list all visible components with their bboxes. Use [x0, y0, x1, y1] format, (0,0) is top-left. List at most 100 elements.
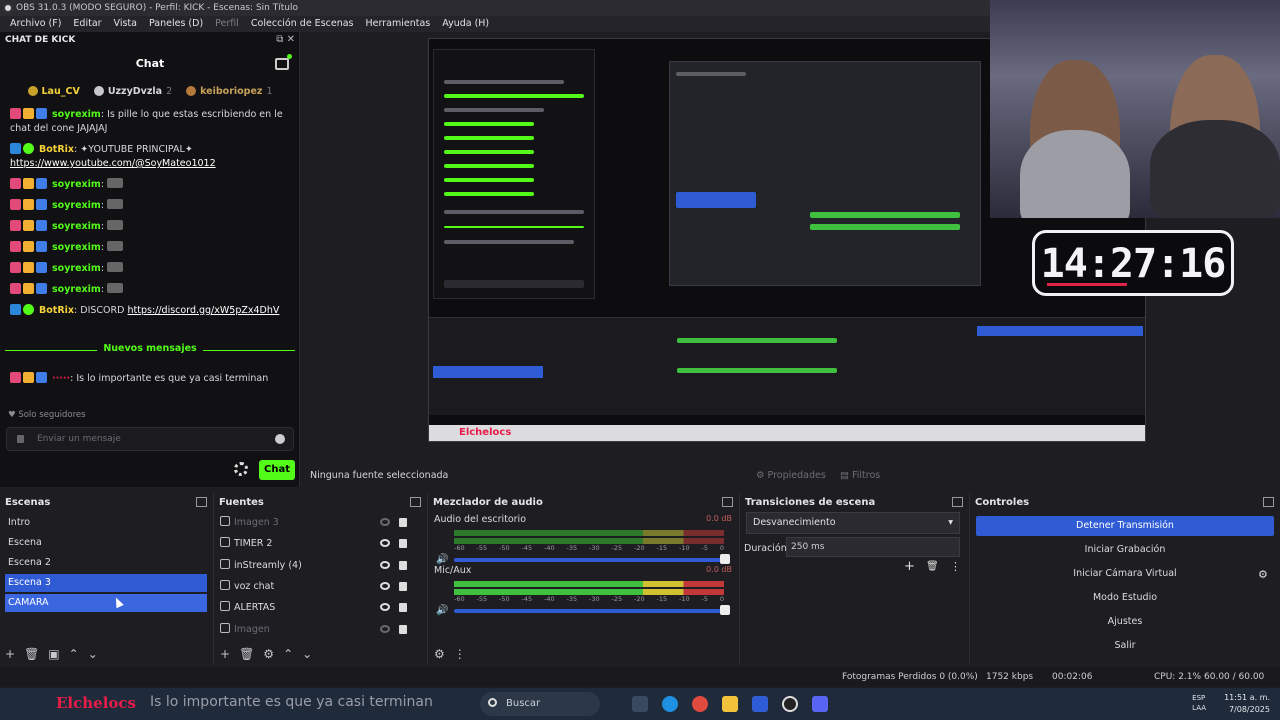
add-icon[interactable]: + — [904, 559, 915, 574]
studio-mode-button[interactable]: Modo Estudio — [976, 588, 1274, 608]
eye-icon[interactable] — [380, 582, 390, 590]
source-item[interactable]: inStreamly (4) — [220, 557, 415, 575]
start-recording-button[interactable]: Iniciar Grabación — [976, 540, 1274, 560]
obs-icon[interactable] — [782, 696, 798, 712]
source-item[interactable]: Imagen 3 — [220, 514, 415, 532]
menu-paneles[interactable]: Paneles (D) — [143, 16, 209, 32]
followers-only-notice: ♥ Solo seguidores — [8, 410, 86, 420]
bot-icon — [10, 304, 21, 315]
undock-icon[interactable] — [1263, 497, 1274, 507]
stop-streaming-button[interactable]: Detener Transmisión — [976, 516, 1274, 536]
trash-icon[interactable]: 🗑 — [239, 647, 254, 661]
top-user[interactable]: keiboriopez 1 — [186, 82, 273, 100]
folder-icon[interactable] — [722, 696, 738, 712]
eye-icon[interactable] — [380, 518, 390, 526]
lock-icon[interactable] — [399, 625, 407, 634]
new-messages-divider[interactable]: Nuevos mensajes — [5, 343, 295, 364]
volume-slider[interactable] — [454, 558, 724, 562]
top-user[interactable]: UzzyDvzla 2 — [93, 82, 172, 100]
scene-item[interactable]: Escena — [5, 534, 207, 552]
start-virtual-camera-button[interactable]: Iniciar Cámara Virtual — [976, 564, 1274, 584]
filter-icon[interactable]: ▣ — [48, 647, 59, 661]
menu-ayuda[interactable]: Ayuda (H) — [436, 16, 495, 32]
menu-editar[interactable]: Editar — [67, 16, 107, 32]
lock-icon[interactable] — [399, 603, 407, 612]
properties-button[interactable]: ⚙ Propiedades — [756, 466, 826, 486]
menu-vista[interactable]: Vista — [108, 16, 143, 32]
move-up-icon[interactable]: ⌃ — [283, 647, 293, 661]
gear-icon[interactable] — [234, 462, 248, 476]
stream-timer: 14:27:16 — [1032, 230, 1234, 296]
language-indicator[interactable]: ESP LAA — [1192, 693, 1206, 713]
eye-icon[interactable] — [380, 603, 390, 611]
browser-icon — [220, 559, 230, 569]
source-item[interactable]: Imagen — [220, 621, 415, 639]
speaker-icon[interactable]: 🔊 — [436, 554, 448, 565]
close-icon[interactable]: ✕ — [287, 34, 295, 45]
undock-icon[interactable] — [722, 497, 733, 507]
float-icon[interactable]: ⧉ — [276, 34, 283, 45]
move-down-icon[interactable]: ⌄ — [302, 647, 312, 661]
menu-perfil[interactable]: Perfil — [209, 16, 245, 32]
task-view-icon[interactable] — [632, 696, 648, 712]
browser-icon — [220, 537, 230, 547]
lock-icon[interactable] — [399, 561, 407, 570]
store-icon[interactable] — [752, 696, 768, 712]
scene-item[interactable]: Escena 2 — [5, 554, 207, 572]
taskbar-clock[interactable]: 11:51 a. m. 7/08/2025 — [1224, 692, 1270, 716]
settings-button[interactable]: Ajustes — [976, 612, 1274, 632]
chrome-icon[interactable] — [692, 696, 708, 712]
source-item[interactable]: voz chat — [220, 578, 415, 596]
undock-icon[interactable] — [196, 497, 207, 507]
edge-icon[interactable] — [662, 696, 678, 712]
lock-icon[interactable] — [399, 539, 407, 548]
chat-message: soyrexim: — [10, 178, 295, 192]
volume-slider-handle[interactable] — [720, 554, 730, 564]
chat-send-button[interactable]: Chat — [259, 460, 295, 480]
badge-icon — [10, 199, 21, 210]
menu-archivo[interactable]: Archivo (F) — [4, 16, 67, 32]
gear-icon[interactable]: ⚙ — [263, 647, 274, 661]
menu-dots-icon[interactable]: ⋮ — [454, 647, 466, 661]
speaker-icon[interactable]: 🔊 — [436, 605, 448, 616]
menu-herramientas[interactable]: Herramientas — [360, 16, 437, 32]
move-down-icon[interactable]: ⌄ — [88, 647, 98, 661]
discord-icon[interactable] — [812, 696, 828, 712]
trash-icon[interactable]: 🗑 — [24, 647, 39, 661]
taskbar-search[interactable]: Buscar — [480, 692, 600, 716]
chat-username[interactable]: ····· — [52, 373, 70, 384]
source-item[interactable]: ALERTAS — [220, 599, 415, 617]
scene-item[interactable]: Intro — [5, 514, 207, 532]
chat-input[interactable]: Enviar un mensaje — [6, 427, 294, 451]
source-item[interactable]: TIMER 2 — [220, 535, 415, 553]
top-user[interactable]: Lau_CV — [27, 82, 80, 100]
undock-icon[interactable] — [952, 497, 963, 507]
eye-icon[interactable] — [380, 539, 390, 547]
menu-coleccion[interactable]: Colección de Escenas — [245, 16, 360, 32]
gear-icon[interactable]: ⚙ — [1258, 568, 1268, 581]
scene-item[interactable]: Escena 3 — [5, 574, 207, 592]
gear-icon[interactable]: ⚙ — [434, 647, 445, 661]
add-icon[interactable]: + — [220, 647, 230, 661]
eye-icon[interactable] — [380, 561, 390, 569]
volume-slider-handle[interactable] — [720, 605, 730, 615]
exit-button[interactable]: Salir — [976, 636, 1274, 656]
eye-icon[interactable] — [380, 625, 390, 633]
trash-icon[interactable]: 🗑 — [926, 561, 939, 572]
move-up-icon[interactable]: ⌃ — [69, 647, 79, 661]
lock-icon[interactable] — [399, 582, 407, 591]
scene-item[interactable]: CAMARA — [5, 594, 207, 612]
emoji-icon[interactable] — [275, 434, 285, 444]
chat-message: soyrexim: — [10, 199, 295, 213]
menu-dots-icon[interactable]: ⋮ — [950, 560, 961, 573]
transition-select[interactable]: Desvanecimiento ▾ — [746, 512, 960, 534]
duration-input[interactable]: 250 ms — [786, 537, 960, 557]
filters-button[interactable]: ▤ Filtros — [840, 466, 880, 486]
badge-icon — [36, 372, 47, 383]
undock-icon[interactable] — [410, 497, 421, 507]
lock-icon[interactable] — [399, 518, 407, 527]
volume-slider[interactable] — [454, 609, 724, 613]
add-icon[interactable]: + — [5, 647, 15, 661]
mixer-channel: Mic/Aux 0.0 dB -60 -55 -50 -45 -40 -35 -30 -25-… — [434, 565, 732, 616]
chat-users-icon[interactable] — [275, 54, 292, 70]
